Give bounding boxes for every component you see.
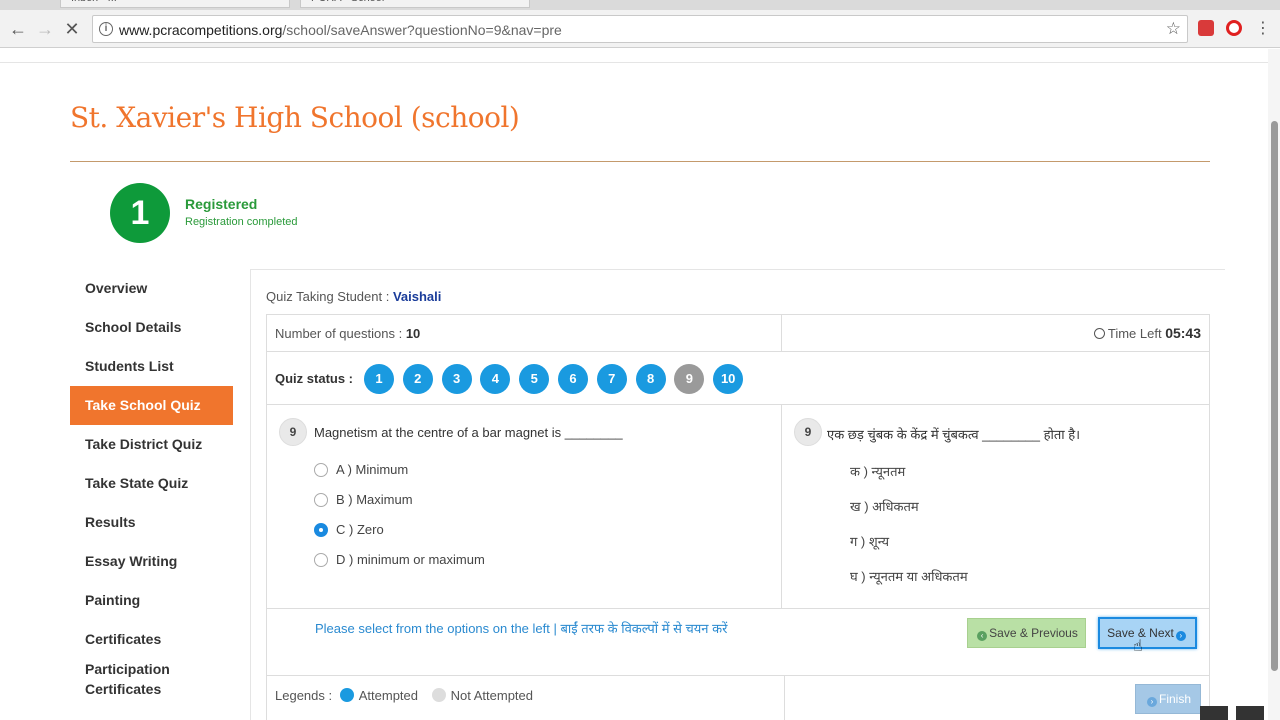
question-button[interactable]: 7 (596, 364, 627, 394)
question-button[interactable]: 3 (441, 364, 472, 394)
mouse-cursor-icon: ☝ (1133, 638, 1143, 655)
chevron-left-icon: ‹ (977, 631, 988, 641)
step-number-badge: 1 (110, 183, 170, 243)
stop-icon[interactable]: ✕ (61, 18, 83, 40)
student-name: Vaishali (392, 289, 442, 304)
question-button[interactable]: 1 (364, 364, 394, 394)
option-hi-1: क ) न्यूनतम (850, 464, 906, 479)
quiz-status-row: Quiz status : 1 2 3 4 5 6 7 8 9 10 (267, 352, 1209, 405)
sidebar-item-painting[interactable]: Painting (70, 581, 233, 620)
question-text-en: Magnetism at the centre of a bar magnet … (314, 425, 623, 440)
extension-icon[interactable] (1198, 20, 1214, 36)
step-title: Registered (185, 196, 258, 212)
browser-toolbar: ← → ✕ i www.pcracompetitions.org/school/… (0, 10, 1280, 48)
sidebar-item-essay-writing[interactable]: Essay Writing (70, 542, 233, 581)
browser-tabstrip: Inbox - ... PCRA - School (0, 0, 1280, 10)
question-english: 9 Magnetism at the centre of a bar magne… (267, 405, 782, 608)
question-button[interactable]: 5 (519, 364, 550, 394)
scroll-thumb[interactable] (1271, 121, 1278, 671)
radio-button[interactable] (314, 463, 328, 477)
legend-divider (784, 676, 785, 720)
sidebar-nav: Overview School Details Students List Ta… (70, 269, 233, 707)
option-a[interactable]: A ) Minimum (314, 462, 408, 477)
page-content: St. Xavier's High School (school) 1 Regi… (0, 49, 1268, 720)
browser-tab-inbox[interactable]: Inbox - ... (60, 0, 290, 8)
option-hi-2: ख ) अधिकतम (850, 499, 919, 514)
page-scrollbar[interactable] (1268, 49, 1280, 720)
download-icon[interactable] (1236, 706, 1264, 720)
sidebar-item-certificates[interactable]: Certificates (70, 620, 233, 659)
opera-icon[interactable] (1226, 20, 1242, 36)
question-number-badge: 9 (794, 418, 822, 446)
header-divider (781, 315, 782, 352)
option-c[interactable]: C ) Zero (314, 522, 384, 537)
step-subtitle: Registration completed (185, 216, 298, 228)
quiz-header-row: Number of questions : 10 Time Left 05:43 (267, 315, 1209, 352)
option-hi-3: ग ) शून्य (850, 534, 890, 549)
student-info: Quiz Taking Student : Vaishali (266, 289, 441, 304)
chevron-right-icon: › (1175, 631, 1186, 641)
clock-icon (1093, 328, 1105, 339)
option-d[interactable]: D ) minimum or maximum (314, 552, 485, 567)
forward-icon[interactable]: → (34, 18, 56, 40)
browser-tab-pcra[interactable]: PCRA - School (300, 0, 530, 8)
site-header-bar (0, 49, 1268, 63)
question-button[interactable]: 8 (635, 364, 666, 394)
student-label: Quiz Taking Student : (266, 289, 390, 304)
save-next-button[interactable]: Save & Next › (1098, 617, 1197, 649)
question-navigator: 1 2 3 4 5 6 7 8 9 10 (364, 364, 752, 394)
time-left: Time Left 05:43 (1093, 325, 1201, 341)
pause-icon[interactable] (1200, 706, 1228, 720)
radio-button-checked[interactable] (314, 523, 328, 537)
finish-button[interactable]: › Finish (1135, 684, 1201, 714)
sidebar-item-take-district-quiz[interactable]: Take District Quiz (70, 425, 233, 464)
number-of-questions: Number of questions : 10 (275, 326, 421, 341)
sidebar-item-results[interactable]: Results (70, 503, 233, 542)
question-button[interactable]: 2 (402, 364, 433, 394)
quiz-box: Number of questions : 10 Time Left 05:43… (266, 314, 1210, 720)
menu-icon[interactable]: ⋮ (1252, 18, 1274, 40)
option-hi-4: घ ) न्यूनतम या अधिकतम (850, 569, 968, 584)
question-button[interactable]: 6 (557, 364, 588, 394)
option-b[interactable]: B ) Maximum (314, 492, 413, 507)
save-previous-button[interactable]: ‹ Save & Previous (967, 618, 1086, 648)
page-title: St. Xavier's High School (school) (70, 101, 520, 134)
question-text-hi: एक छड़ चुंबक के केंद्र में चुंबकत्व ____… (827, 427, 1081, 442)
radio-button[interactable] (314, 493, 328, 507)
sidebar-item-students-list[interactable]: Students List (70, 347, 233, 386)
legend: Legends : Attempted Not Attempted (275, 688, 534, 703)
finish-icon: › (1146, 697, 1157, 707)
attempted-dot-icon (339, 688, 354, 702)
question-button[interactable]: 10 (713, 364, 744, 394)
question-button[interactable]: 4 (480, 364, 511, 394)
bookmark-star-icon[interactable]: ☆ (1166, 19, 1181, 39)
url-text: www.pcracompetitions.org/school/saveAnsw… (119, 22, 562, 38)
quiz-status-label: Quiz status : (275, 371, 354, 386)
not-attempted-dot-icon (431, 688, 446, 702)
radio-button[interactable] (314, 553, 328, 567)
info-icon[interactable]: i (99, 22, 113, 36)
quiz-actions-row: Please select from the options on the le… (267, 608, 1209, 676)
question-button-current[interactable]: 9 (674, 364, 705, 394)
sidebar-item-school-details[interactable]: School Details (70, 308, 233, 347)
sidebar-item-participation-certificates[interactable]: Participation Certificates (70, 659, 190, 707)
question-hindi: 9 एक छड़ चुंबक के केंद्र में चुंबकत्व __… (782, 405, 1209, 608)
sidebar-item-overview[interactable]: Overview (70, 269, 233, 308)
instruction-note: Please select from the options on the le… (315, 621, 728, 636)
question-number-badge: 9 (279, 418, 307, 446)
title-divider (70, 161, 1210, 162)
sidebar-item-take-school-quiz[interactable]: Take School Quiz (70, 386, 233, 425)
back-icon[interactable]: ← (7, 18, 29, 40)
address-bar[interactable]: i www.pcracompetitions.org/school/saveAn… (92, 15, 1188, 43)
legend-row: Legends : Attempted Not Attempted › Finis… (267, 676, 1209, 720)
sidebar-item-take-state-quiz[interactable]: Take State Quiz (70, 464, 233, 503)
